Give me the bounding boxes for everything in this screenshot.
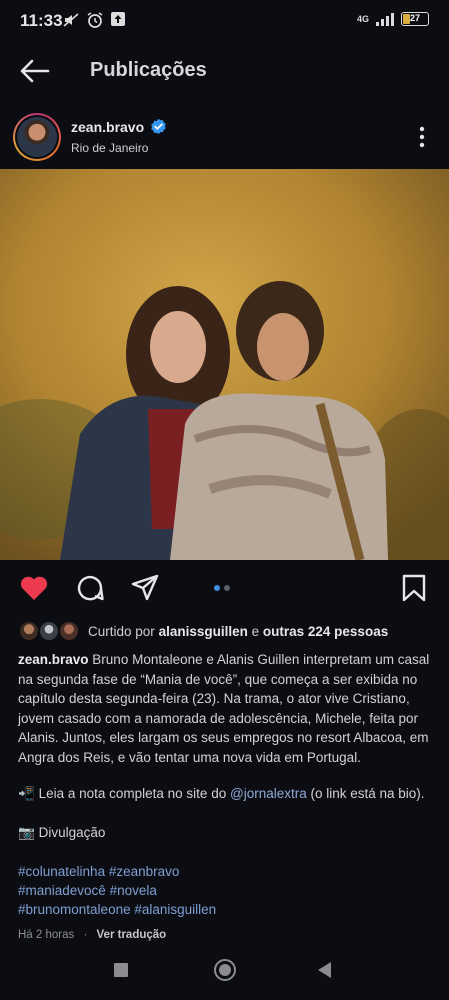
- note-suffix: (o link está na bio).: [310, 786, 425, 801]
- post-header: zean.bravo Rio de Janeiro: [0, 110, 449, 168]
- carousel-dot: [224, 585, 230, 591]
- battery-level: 27: [409, 13, 420, 23]
- carousel-dot-active: [214, 585, 220, 591]
- hashtags-line: #colunatelinha #zeanbravo: [18, 864, 179, 879]
- phone-emoji: 📲: [18, 786, 35, 801]
- note-text: Leia a nota completa no site do: [38, 786, 227, 801]
- status-system: 4G 27: [357, 12, 429, 26]
- system-navbar: [0, 950, 449, 1000]
- status-notifications: [62, 11, 126, 29]
- avatar: [17, 117, 57, 157]
- hashtag[interactable]: #novela: [110, 883, 157, 898]
- post-time: Há 2 horas: [18, 929, 75, 941]
- meta-separator: ·: [83, 929, 88, 941]
- app-header: Publicações: [0, 40, 449, 102]
- post-caption: zean.bravo Bruno Montaleone e Alanis Gui…: [18, 650, 438, 768]
- comment-icon[interactable]: [75, 574, 105, 602]
- hashtags-line: #maniadevocê #novela: [18, 883, 157, 898]
- post-meta: Há 2 horas · Ver tradução: [18, 929, 166, 941]
- hashtag[interactable]: #colunatelinha: [18, 864, 105, 879]
- credit-text: Divulgação: [38, 825, 106, 840]
- caption-body: Bruno Montaleone e Alanis Guillen interp…: [18, 652, 430, 765]
- avatar: [18, 620, 40, 642]
- verified-badge-icon: [151, 118, 166, 135]
- hashtag[interactable]: #zeanbravo: [109, 864, 180, 879]
- alarm-icon: [87, 12, 103, 28]
- post-location[interactable]: Rio de Janeiro: [71, 141, 148, 155]
- recent-apps-button[interactable]: [114, 963, 128, 977]
- back-arrow-icon[interactable]: [18, 56, 52, 86]
- home-button[interactable]: [214, 959, 236, 981]
- signal-icon: [376, 13, 394, 26]
- post-username[interactable]: zean.bravo: [71, 119, 144, 135]
- caption-author[interactable]: zean.bravo: [18, 652, 89, 667]
- page-title: Publicações: [90, 59, 207, 81]
- hashtag[interactable]: #alanisguillen: [134, 902, 216, 917]
- avatar: [38, 620, 60, 642]
- post-photo[interactable]: [0, 169, 449, 560]
- liker-username[interactable]: alanissguillen: [159, 624, 248, 639]
- mention-link[interactable]: @jornalextra: [230, 786, 307, 801]
- likes-summary[interactable]: Curtido por alanissguillen e outras 224 …: [18, 620, 388, 642]
- upload-icon: [111, 12, 125, 26]
- carousel-indicator: [214, 585, 230, 591]
- translate-link[interactable]: Ver tradução: [97, 929, 167, 941]
- caption-note: 📲 Leia a nota completa no site do @jorna…: [18, 786, 425, 802]
- story-ring[interactable]: [13, 113, 61, 161]
- caption-credit: 📷 Divulgação: [18, 825, 105, 841]
- status-bar: 11:33 4G 27: [0, 0, 449, 40]
- liker-avatars: [18, 620, 84, 642]
- share-icon[interactable]: [130, 574, 160, 602]
- camera-emoji: 📷: [18, 825, 35, 840]
- hashtags-line: #brunomontaleone #alanisguillen: [18, 902, 216, 917]
- photo-illustration: [0, 169, 449, 560]
- hashtag[interactable]: #brunomontaleone: [18, 902, 131, 917]
- likes-others[interactable]: outras 224 pessoas: [263, 624, 388, 639]
- more-options-icon[interactable]: [412, 125, 432, 149]
- status-time: 11:33: [20, 11, 63, 30]
- username-row: zean.bravo: [71, 118, 167, 135]
- action-bar: [0, 560, 449, 616]
- likes-text: Curtido por alanissguillen e outras 224 …: [88, 624, 388, 639]
- hashtag[interactable]: #maniadevocê: [18, 883, 106, 898]
- heart-icon[interactable]: [19, 574, 49, 602]
- avatar: [58, 620, 80, 642]
- battery-icon: 27: [401, 12, 429, 26]
- likes-prefix: Curtido por: [88, 623, 155, 639]
- network-type: 4G: [356, 14, 369, 24]
- likes-conjunction: e: [251, 623, 260, 639]
- back-button[interactable]: [318, 962, 331, 978]
- mute-icon: [63, 13, 79, 27]
- bookmark-icon[interactable]: [399, 574, 429, 602]
